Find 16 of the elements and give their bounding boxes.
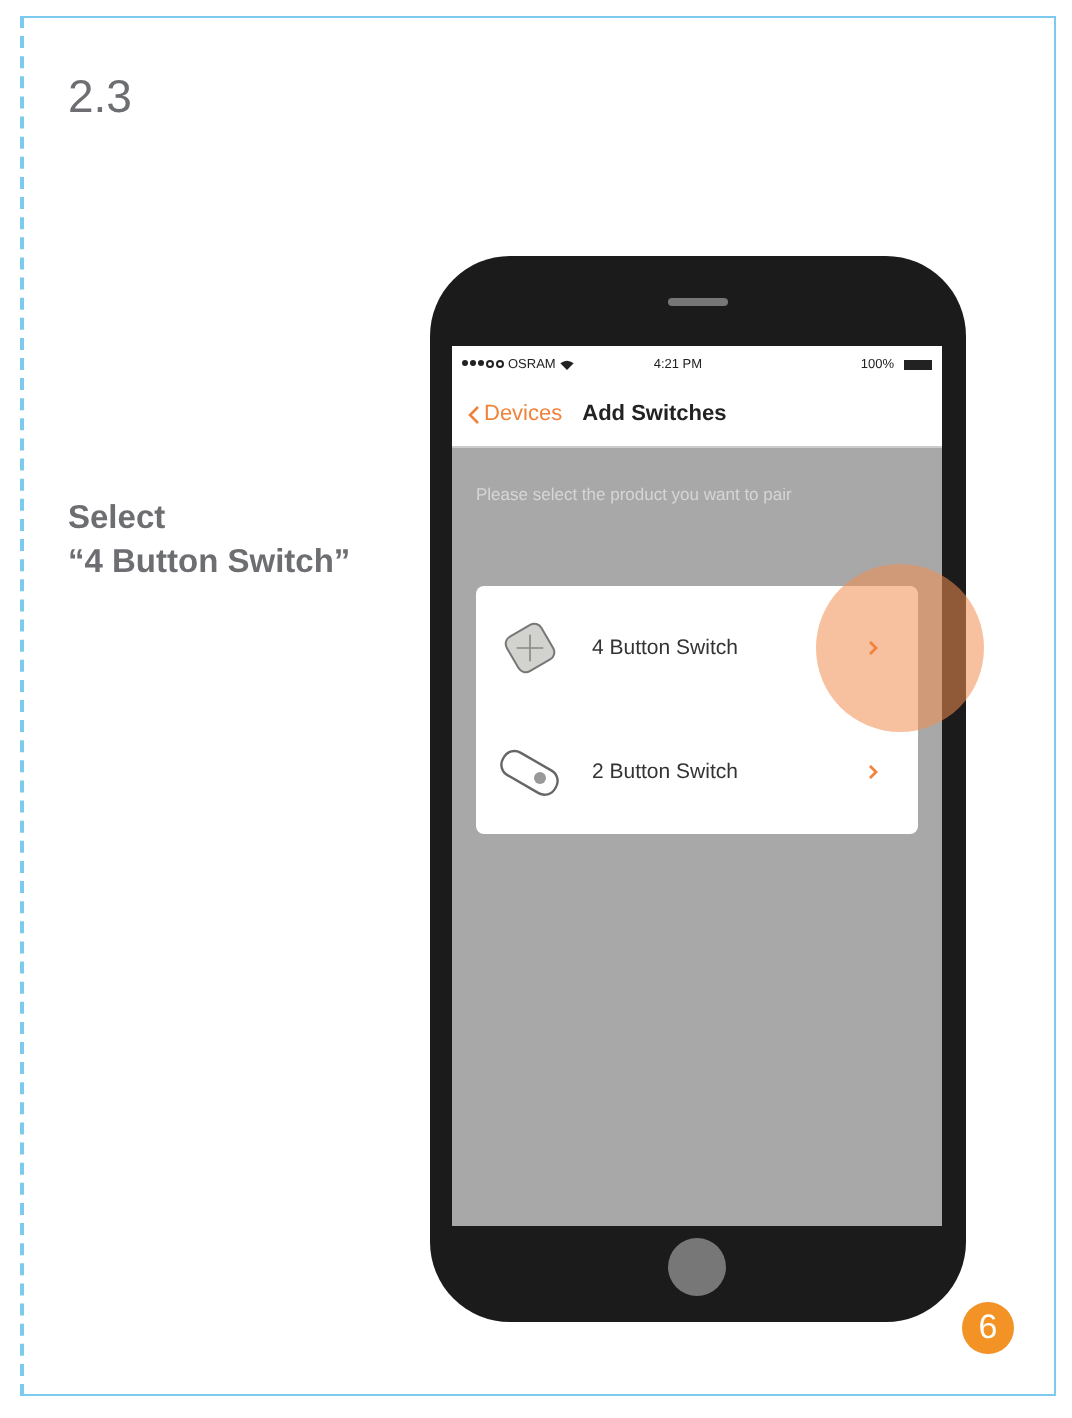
step-badge: 6 xyxy=(962,1302,1014,1354)
speaker-slot xyxy=(667,298,727,306)
instruction-text: Select “4 Button Switch” xyxy=(68,498,353,584)
chevron-icon xyxy=(868,640,878,656)
product-label: 4 Button Switch xyxy=(592,636,738,660)
battery-icon xyxy=(904,359,932,369)
screen-title: Add Switches xyxy=(582,402,727,426)
chevron-icon xyxy=(868,764,878,780)
signal-icon xyxy=(462,360,504,368)
wifi-icon xyxy=(559,359,574,369)
product-label: 2 Button Switch xyxy=(592,760,738,784)
product-row[interactable]: 2 Button Switch xyxy=(476,710,918,834)
product-row[interactable]: 4 Button Switch xyxy=(476,586,918,710)
home-button[interactable] xyxy=(668,1238,726,1296)
section-number: 2.3 xyxy=(68,68,134,124)
back-chevron-icon xyxy=(468,403,480,425)
